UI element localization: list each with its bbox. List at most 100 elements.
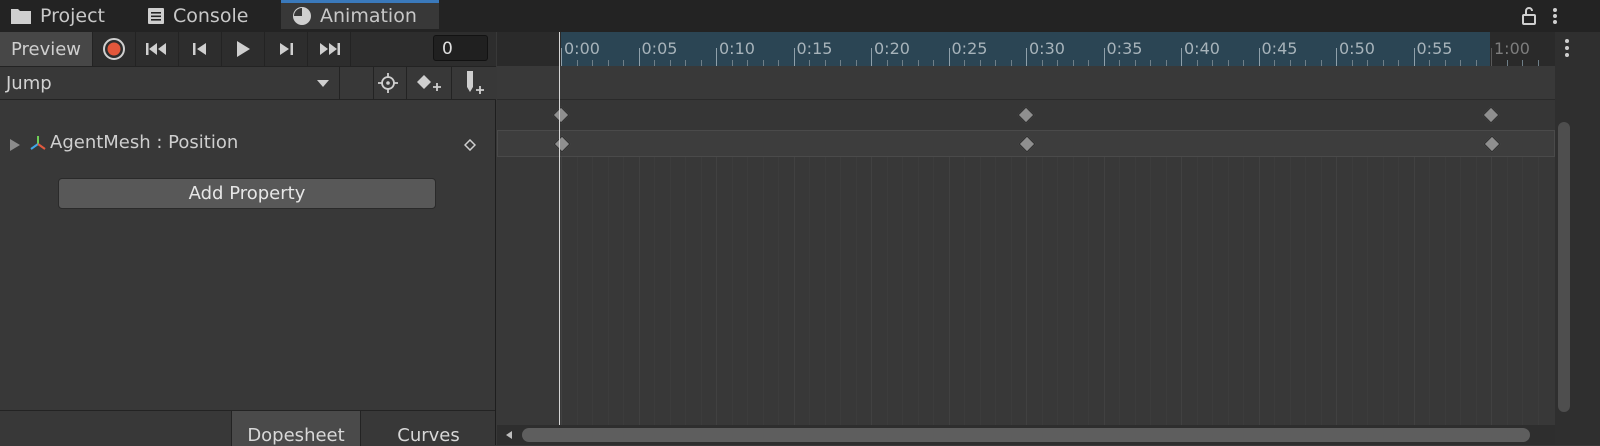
events-track[interactable] bbox=[497, 66, 1555, 100]
tab-curves[interactable]: Curves bbox=[362, 411, 495, 446]
grid-line-minor bbox=[762, 157, 764, 425]
lock-icon[interactable] bbox=[1521, 6, 1537, 26]
summary-keyframe[interactable] bbox=[1482, 106, 1500, 124]
property-label: AgentMesh : Position bbox=[50, 132, 239, 153]
ruler-tick-label: 0:35 bbox=[1106, 39, 1143, 58]
grid-line-minor bbox=[1274, 157, 1275, 425]
first-keyframe-button[interactable] bbox=[136, 32, 179, 66]
play-button[interactable] bbox=[222, 32, 265, 66]
vertical-scroll-thumb[interactable] bbox=[1558, 122, 1570, 412]
summary-keyframe[interactable] bbox=[1017, 106, 1035, 124]
dopesheet-area[interactable] bbox=[497, 157, 1555, 425]
expand-arrow-icon[interactable] bbox=[9, 138, 21, 152]
grid-line-minor bbox=[1243, 157, 1244, 425]
grid-line-minor bbox=[1165, 157, 1167, 425]
tab-dopesheet[interactable]: Dopesheet bbox=[231, 411, 361, 446]
grid-line-minor bbox=[1289, 157, 1291, 425]
clip-dropdown[interactable]: Jump bbox=[0, 67, 340, 99]
add-keyframe-icon bbox=[417, 75, 441, 91]
frame-number-field[interactable]: 0 bbox=[433, 35, 488, 61]
timeline-ruler[interactable]: 0:00 0:05 0:10 0:15 0:20 0:25 0:30 0:35 0:40 0:45… bbox=[497, 32, 1555, 66]
ruler-tick bbox=[1413, 48, 1415, 66]
view-mode-tabs: Dopesheet Curves bbox=[0, 410, 495, 446]
ruler-tick-label: 0:00 bbox=[564, 39, 600, 58]
add-keyframe-button[interactable] bbox=[407, 67, 452, 99]
ruler-tick-label: 0:10 bbox=[719, 39, 755, 58]
grid-line-minor bbox=[1475, 157, 1477, 425]
filter-by-selection-button[interactable] bbox=[370, 67, 407, 99]
previous-keyframe-button[interactable] bbox=[179, 32, 222, 66]
grid-line-minor bbox=[1444, 157, 1446, 425]
grid-line-minor bbox=[979, 157, 981, 425]
property-keyframe[interactable] bbox=[1483, 135, 1501, 153]
grid-line-minor bbox=[1057, 157, 1058, 425]
grid-line-minor bbox=[1522, 157, 1523, 425]
grid-line-minor bbox=[576, 157, 578, 425]
grid-line bbox=[561, 157, 562, 425]
console-icon bbox=[148, 8, 164, 24]
record-button[interactable] bbox=[93, 32, 136, 66]
preview-button[interactable]: Preview bbox=[0, 32, 93, 66]
grid-line-minor bbox=[917, 157, 919, 425]
add-property-button[interactable]: Add Property bbox=[58, 178, 436, 209]
horizontal-scroll-thumb[interactable] bbox=[522, 428, 1530, 442]
tab-animation[interactable]: Animation bbox=[281, 0, 439, 29]
grid-line-minor bbox=[669, 157, 671, 425]
grid-line-minor bbox=[1134, 157, 1136, 425]
grid-line-minor bbox=[1196, 157, 1198, 425]
window-tab-bar: Project Console Animation bbox=[0, 0, 1600, 32]
grid-line-minor bbox=[1351, 157, 1353, 425]
vertical-scrollbar[interactable] bbox=[1555, 32, 1600, 445]
tab-console[interactable]: Console bbox=[147, 0, 248, 32]
grid-line-minor bbox=[685, 157, 686, 425]
grid-line-minor bbox=[1212, 157, 1213, 425]
ruler-tick-label: 1:00 bbox=[1494, 39, 1530, 58]
ruler-tick bbox=[638, 48, 640, 66]
grid-line bbox=[1336, 157, 1337, 425]
grid-line bbox=[1026, 157, 1027, 425]
playhead[interactable] bbox=[559, 32, 560, 432]
clip-name: Jump bbox=[6, 72, 52, 94]
property-list-panel: AgentMesh : Position Add Property Dopesh… bbox=[0, 100, 496, 446]
add-event-icon bbox=[467, 71, 484, 94]
add-event-button[interactable] bbox=[452, 67, 496, 99]
property-keyframe[interactable] bbox=[553, 135, 571, 153]
grid-line-minor bbox=[1537, 157, 1539, 425]
grid-line-minor bbox=[824, 157, 826, 425]
grid-line bbox=[871, 157, 872, 425]
tab-label: Console bbox=[173, 5, 249, 27]
grid-line-minor bbox=[964, 157, 965, 425]
last-keyframe-button[interactable] bbox=[308, 32, 351, 66]
scroll-left-arrow-icon[interactable] bbox=[505, 430, 513, 440]
grid-line-minor bbox=[1460, 157, 1461, 425]
next-keyframe-button[interactable] bbox=[265, 32, 308, 66]
grid-line-minor bbox=[933, 157, 934, 425]
grid-line-minor bbox=[1429, 157, 1430, 425]
grid-line bbox=[1413, 157, 1415, 425]
grid-line-minor bbox=[1320, 157, 1322, 425]
ruler-tick bbox=[1491, 48, 1492, 66]
grid-line-minor bbox=[592, 157, 593, 425]
property-keyframe[interactable] bbox=[1018, 135, 1036, 153]
tab-label: Project bbox=[40, 5, 106, 27]
horizontal-scrollbar[interactable] bbox=[497, 425, 1555, 445]
tab-project[interactable]: Project bbox=[10, 0, 105, 32]
grid-line-minor bbox=[1119, 157, 1120, 425]
ruler-tick bbox=[1181, 48, 1182, 66]
ruler-tick-label: 0:25 bbox=[951, 39, 988, 58]
property-keyframe-track[interactable] bbox=[497, 130, 1555, 157]
grid-line-minor bbox=[654, 157, 655, 425]
animation-clock-icon bbox=[293, 7, 311, 25]
more-options-icon[interactable] bbox=[1551, 6, 1559, 26]
grid-line bbox=[1258, 157, 1260, 425]
grid-line-minor bbox=[778, 157, 779, 425]
property-row[interactable]: AgentMesh : Position bbox=[0, 130, 495, 158]
more-options-icon[interactable] bbox=[1560, 38, 1574, 58]
summary-keyframe[interactable] bbox=[552, 106, 570, 124]
grid-line-minor bbox=[995, 157, 996, 425]
grid-line-minor bbox=[902, 157, 903, 425]
keyframe-toggle-icon[interactable] bbox=[464, 139, 476, 151]
step-forward-icon bbox=[280, 43, 293, 55]
summary-keyframe-track[interactable] bbox=[497, 100, 1555, 130]
ruler-tick bbox=[561, 48, 562, 66]
